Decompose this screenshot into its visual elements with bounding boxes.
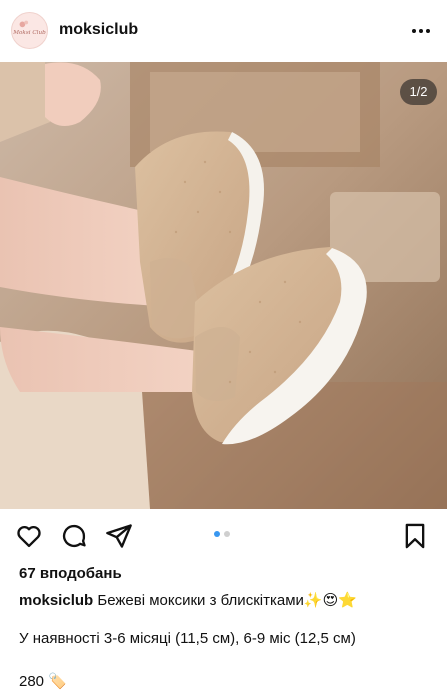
bookmark-icon[interactable] — [401, 522, 429, 550]
carousel-dot — [224, 531, 230, 537]
header-username[interactable]: moksiclub — [59, 21, 138, 39]
more-dots-icon[interactable] — [409, 19, 433, 43]
caption-text: Бежеві моксики з блискітками — [97, 592, 304, 609]
avatar[interactable]: Moksi Club — [11, 12, 48, 49]
caption: moksiclub Бежеві моксики з блискітками✨😍… — [19, 591, 357, 609]
caption-emojis: ✨😍⭐ — [303, 591, 357, 609]
comment-icon[interactable] — [60, 522, 88, 550]
likes-count[interactable]: 67 вподобань — [19, 565, 122, 582]
svg-text:Moksi Club: Moksi Club — [12, 30, 46, 36]
caption-username[interactable]: moksiclub — [19, 592, 93, 609]
baby-shoes-photo — [0, 62, 447, 509]
carousel-dot-active — [214, 531, 220, 537]
send-icon[interactable] — [105, 522, 133, 550]
moksi-logo-icon: Moksi Club — [12, 13, 47, 48]
availability-text: У наявності 3-6 місяці (11,5 см), 6-9 мі… — [19, 630, 356, 647]
price-tag-icon: 🏷️ — [48, 672, 67, 690]
carousel-counter: 1/2 — [400, 79, 437, 105]
price-line: 280 🏷️ — [19, 672, 67, 690]
carousel-dots — [214, 531, 230, 537]
post-actions — [0, 518, 447, 558]
post-header: Moksi Club moksiclub — [0, 0, 447, 62]
post-photo[interactable]: 1/2 — [0, 62, 447, 509]
heart-icon[interactable] — [15, 522, 43, 550]
price-text: 280 — [19, 673, 45, 690]
